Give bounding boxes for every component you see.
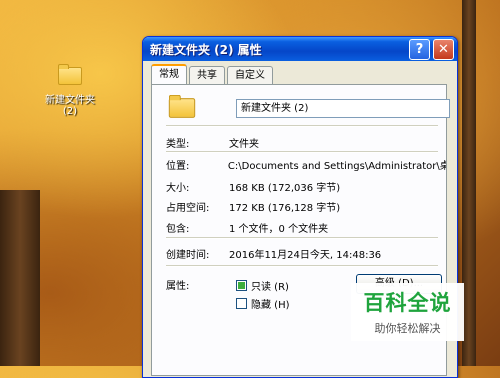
property-value: 172 KB (176,128 字节) <box>229 203 341 214</box>
desktop-folder-icon[interactable]: 新建文件夹 (2) <box>40 64 100 117</box>
window-title: 新建文件夹 (2) 属性 <box>150 42 262 57</box>
property-row-location: 位置: C:\Documents and Settings\Administra… <box>166 157 446 172</box>
divider <box>166 151 438 153</box>
property-value: 1 个文件，0 个文件夹 <box>229 224 329 235</box>
divider <box>166 265 438 267</box>
property-value: 2016年11月24日今天, 14:48:36 <box>229 250 382 261</box>
folder-name-field[interactable]: 新建文件夹 (2) <box>236 99 450 118</box>
tab-general[interactable]: 常规 <box>151 64 187 84</box>
property-row-contains: 包含: 1 个文件，0 个文件夹 <box>166 220 446 235</box>
property-row-created: 创建时间: 2016年11月24日今天, 14:48:36 <box>166 246 446 261</box>
divider <box>166 237 438 239</box>
watermark-title: 百科全说 <box>363 291 452 315</box>
hidden-label: 隐藏 (H) <box>251 300 290 311</box>
property-row-type: 类型: 文件夹 <box>166 135 446 150</box>
property-label: 包含: <box>166 224 190 235</box>
watermark-logo: 百科全说 助你轻松解决 <box>351 283 464 341</box>
title-bar[interactable]: 新建文件夹 (2) 属性 ? ✕ <box>143 37 457 61</box>
property-label: 占用空间: <box>166 203 210 214</box>
tab-sharing[interactable]: 共享 <box>189 66 225 84</box>
property-row-size-on-disk: 占用空间: 172 KB (176,128 字节) <box>166 199 446 214</box>
desktop-folder-label: 新建文件夹 (2) <box>45 95 95 117</box>
property-value: C:\Documents and Settings\Administrator\… <box>227 161 446 172</box>
folder-icon <box>58 64 82 85</box>
readonly-checkbox[interactable] <box>236 280 247 291</box>
property-label: 类型: <box>166 139 190 150</box>
watermark-subtitle: 助你轻松解决 <box>374 322 441 335</box>
tree-trunk <box>462 0 476 366</box>
property-label: 大小: <box>166 183 190 194</box>
help-button[interactable]: ? <box>409 38 430 60</box>
hidden-checkbox-row[interactable]: 隐藏 (H) <box>236 296 290 311</box>
property-label: 创建时间: <box>166 250 210 261</box>
property-value: 168 KB (172,036 字节) <box>229 183 341 194</box>
folder-icon <box>168 94 196 118</box>
divider <box>166 125 438 127</box>
property-row-size: 大小: 168 KB (172,036 字节) <box>166 179 446 194</box>
tab-strip: 常规 共享 自定义 <box>151 64 275 84</box>
readonly-label: 只读 (R) <box>251 282 289 293</box>
attributes-label: 属性: <box>166 281 190 292</box>
tree-trunk <box>0 190 40 366</box>
readonly-checkbox-row[interactable]: 只读 (R) <box>236 278 289 293</box>
tab-customize[interactable]: 自定义 <box>227 66 273 84</box>
close-button[interactable]: ✕ <box>433 38 454 60</box>
property-label: 位置: <box>166 161 190 172</box>
hidden-checkbox[interactable] <box>236 298 247 309</box>
property-value: 文件夹 <box>229 139 259 150</box>
